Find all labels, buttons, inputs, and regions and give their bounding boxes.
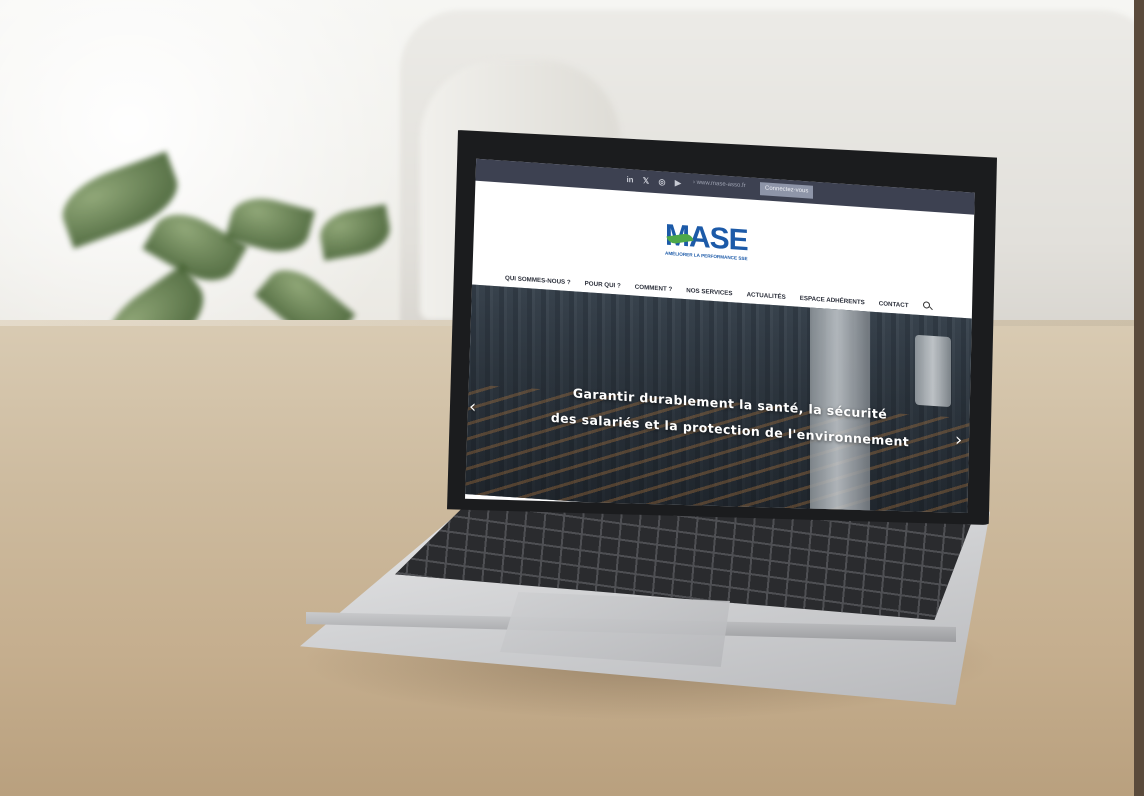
hero-tank [915, 334, 951, 408]
nav-item-comment[interactable]: COMMENT ? [635, 283, 672, 293]
laptop-screen: in 𝕏 ◎ ▶ › www.mase-asso.fr Connectez-vo… [465, 158, 975, 513]
nav-item-nos-services[interactable]: NOS SERVICES [686, 287, 732, 297]
youtube-icon[interactable]: ▶ [673, 177, 683, 190]
nav-item-espace-adherents[interactable]: ESPACE ADHÉRENTS [800, 294, 865, 305]
instagram-icon[interactable]: ◎ [657, 176, 667, 189]
nav-item-pour-qui[interactable]: POUR QUI ? [585, 280, 621, 289]
slider-next-icon[interactable]: › [955, 429, 962, 450]
mase-logo[interactable]: MASE AMÉLIORER LA PERFORMANCE SSE [665, 219, 765, 269]
site-link[interactable]: › www.mase-asso.fr [693, 180, 746, 190]
social-links: in 𝕏 ◎ ▶ [625, 174, 683, 190]
nav-item-qui-sommes-nous[interactable]: QUI SOMMES-NOUS ? [505, 274, 571, 285]
hero-slider: Garantir durablement la santé, la sécuri… [465, 284, 975, 513]
website: in 𝕏 ◎ ▶ › www.mase-asso.fr Connectez-vo… [465, 158, 975, 513]
login-button[interactable]: Connectez-vous [760, 182, 814, 199]
linkedin-icon[interactable]: in [625, 174, 635, 187]
nav-item-contact[interactable]: CONTACT [879, 300, 909, 309]
nav-item-actualites[interactable]: ACTUALITÉS [747, 291, 786, 301]
search-icon[interactable] [923, 301, 933, 312]
twitter-icon[interactable]: 𝕏 [641, 175, 651, 188]
laptop: in 𝕏 ◎ ▶ › www.mase-asso.fr Connectez-vo… [0, 0, 1144, 796]
slider-prev-icon[interactable]: ‹ [469, 396, 476, 417]
